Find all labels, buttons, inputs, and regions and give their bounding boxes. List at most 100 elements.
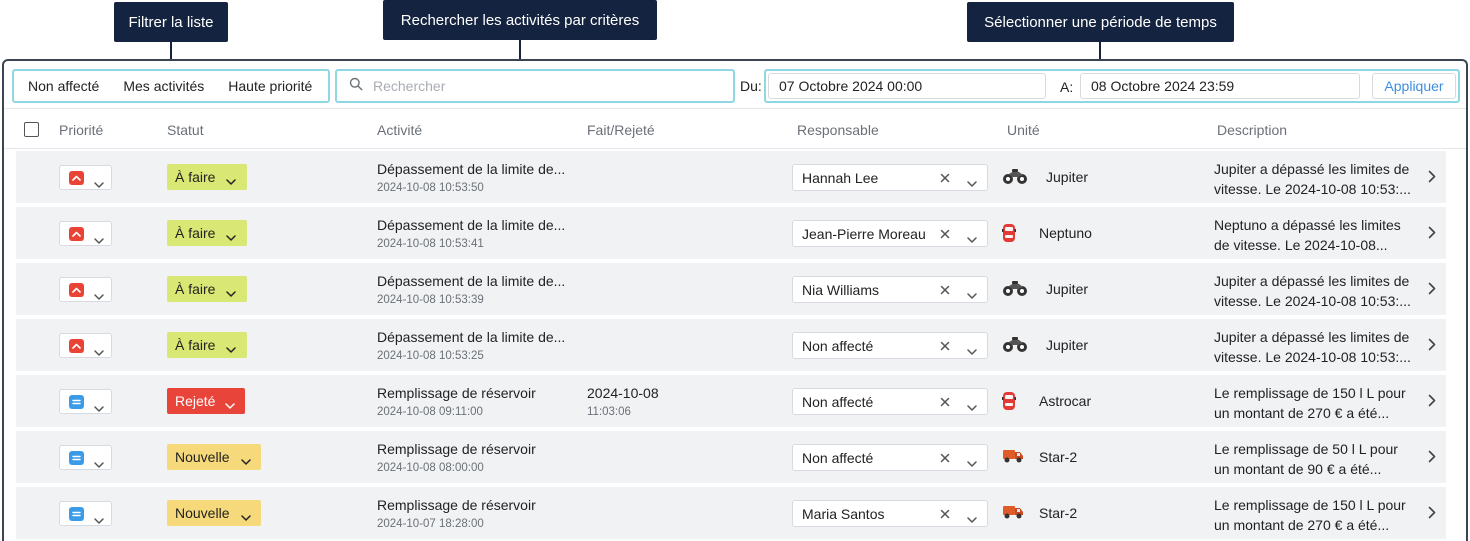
chevron-right-icon[interactable] (1428, 282, 1436, 300)
priority-select[interactable] (59, 389, 112, 414)
chevron-down-icon (241, 508, 251, 524)
clear-icon[interactable] (939, 171, 951, 189)
activity-time: 2024-10-08 10:53:25 (377, 350, 484, 362)
column-description[interactable]: Description (1217, 122, 1287, 138)
truck-icon (1002, 503, 1024, 524)
description: Le remplissage de 50 l L pour un montant … (1214, 439, 1424, 479)
owner-name: Non affecté (802, 338, 874, 354)
clear-icon[interactable] (939, 451, 951, 469)
clear-icon[interactable] (939, 507, 951, 525)
select-all-checkbox[interactable] (24, 122, 39, 137)
filter-group: Non affecté Mes activités Haute priorité (12, 69, 330, 103)
equals-icon (69, 507, 84, 521)
description-line: Le remplissage de 150 l L pour (1214, 385, 1406, 401)
search-box (335, 69, 735, 103)
description-line: Le remplissage de 50 l L pour (1214, 441, 1398, 457)
description: Le remplissage de 150 l L pour un montant… (1214, 495, 1424, 535)
clear-icon[interactable] (939, 395, 951, 413)
column-done[interactable]: Fait/Rejeté (587, 122, 655, 138)
chevron-up-icon (69, 339, 84, 353)
chevron-down-icon (967, 454, 977, 472)
clear-icon[interactable] (939, 227, 951, 245)
chevron-down-icon (94, 343, 104, 361)
owner-name: Non affecté (802, 394, 874, 410)
filter-high-priority[interactable]: Haute priorité (216, 78, 324, 94)
owner-name: Maria Santos (802, 506, 885, 522)
chevron-down-icon (225, 396, 235, 412)
activity-time: 2024-10-08 08:00:00 (377, 462, 484, 474)
table-row[interactable]: Rejeté Remplissage de réservoir 2024-10-08… (16, 375, 1446, 427)
clear-icon[interactable] (939, 339, 951, 357)
period-callout: Sélectionner une période de temps (967, 2, 1234, 42)
status-select[interactable]: Nouvelle (167, 500, 261, 526)
status-label: Nouvelle (175, 505, 230, 521)
owner-name: Nia Williams (802, 282, 879, 298)
date-to-input[interactable]: 08 Octobre 2024 23:59 (1080, 73, 1360, 99)
priority-select[interactable] (59, 221, 112, 246)
unit-name: Astrocar (1039, 393, 1092, 409)
owner-select[interactable]: Hannah Lee (792, 164, 988, 191)
chevron-right-icon[interactable] (1428, 506, 1436, 524)
unit-name: Star-2 (1039, 449, 1078, 465)
chevron-right-icon[interactable] (1428, 170, 1436, 188)
filter-unassigned[interactable]: Non affecté (14, 78, 111, 94)
status-select[interactable]: À faire (167, 220, 247, 246)
owner-select[interactable]: Non affecté (792, 444, 988, 471)
chevron-right-icon[interactable] (1428, 394, 1436, 412)
description-line: un montant de 270 € a été... (1214, 517, 1390, 533)
table-row[interactable]: À faire Dépassement de la limite de... 202… (16, 207, 1446, 259)
unit-name: Jupiter (1046, 281, 1089, 297)
table-row[interactable]: Nouvelle Remplissage de réservoir 2024-10-… (16, 487, 1446, 539)
status-select[interactable]: À faire (167, 276, 247, 302)
description-line: un montant de 270 € a été... (1214, 405, 1390, 421)
owner-select[interactable]: Nia Williams (792, 276, 988, 303)
car-icon (1002, 391, 1016, 416)
done-date: 2024-10-08 (587, 385, 659, 401)
status-label: À faire (175, 337, 216, 353)
truck-icon (1002, 447, 1024, 468)
priority-select[interactable] (59, 501, 112, 526)
equals-icon (69, 395, 84, 409)
status-select[interactable]: À faire (167, 164, 247, 190)
chevron-right-icon[interactable] (1428, 450, 1436, 468)
chevron-right-icon[interactable] (1428, 338, 1436, 356)
description-line: Jupiter a dépassé les limites de (1214, 161, 1410, 177)
table-row[interactable]: À faire Dépassement de la limite de... 202… (16, 151, 1446, 203)
owner-name: Non affecté (802, 450, 874, 466)
table-row[interactable]: À faire Dépassement de la limite de... 202… (16, 263, 1446, 315)
status-select[interactable]: Nouvelle (167, 444, 261, 470)
owner-name: Hannah Lee (802, 170, 879, 186)
priority-select[interactable] (59, 165, 112, 190)
chevron-right-icon[interactable] (1428, 226, 1436, 244)
chevron-down-icon (94, 231, 104, 249)
priority-select[interactable] (59, 333, 112, 358)
description: Jupiter a dépassé les limites de vitesse.… (1214, 159, 1424, 199)
activity-title: Remplissage de réservoir (377, 497, 536, 513)
apply-button[interactable]: Appliquer (1372, 73, 1456, 99)
owner-select[interactable]: Non affecté (792, 332, 988, 359)
owner-select[interactable]: Non affecté (792, 388, 988, 415)
status-select[interactable]: Rejeté (167, 388, 245, 414)
priority-select[interactable] (59, 277, 112, 302)
clear-icon[interactable] (939, 283, 951, 301)
priority-select[interactable] (59, 445, 112, 470)
chevron-down-icon (94, 399, 104, 417)
column-owner[interactable]: Responsable (797, 122, 879, 138)
column-priority[interactable]: Priorité (59, 122, 103, 138)
column-status[interactable]: Statut (167, 122, 204, 138)
status-select[interactable]: À faire (167, 332, 247, 358)
unit-name: Jupiter (1046, 337, 1089, 353)
column-activity[interactable]: Activité (377, 122, 422, 138)
done-time: 11:03:06 (587, 406, 631, 418)
column-unit[interactable]: Unité (1007, 122, 1040, 138)
owner-select[interactable]: Jean-Pierre Moreau (792, 220, 988, 247)
table-row[interactable]: Nouvelle Remplissage de réservoir 2024-10-… (16, 431, 1446, 483)
motorcycle-icon (1002, 167, 1028, 190)
chevron-up-icon (69, 283, 84, 297)
date-from-input[interactable]: 07 Octobre 2024 00:00 (768, 73, 1046, 99)
owner-select[interactable]: Maria Santos (792, 500, 988, 527)
filter-my-activities[interactable]: Mes activités (111, 78, 216, 94)
table-row[interactable]: À faire Dépassement de la limite de... 202… (16, 319, 1446, 371)
description-line: Neptuno a dépassé les limites (1214, 217, 1401, 233)
search-input[interactable] (373, 78, 713, 94)
